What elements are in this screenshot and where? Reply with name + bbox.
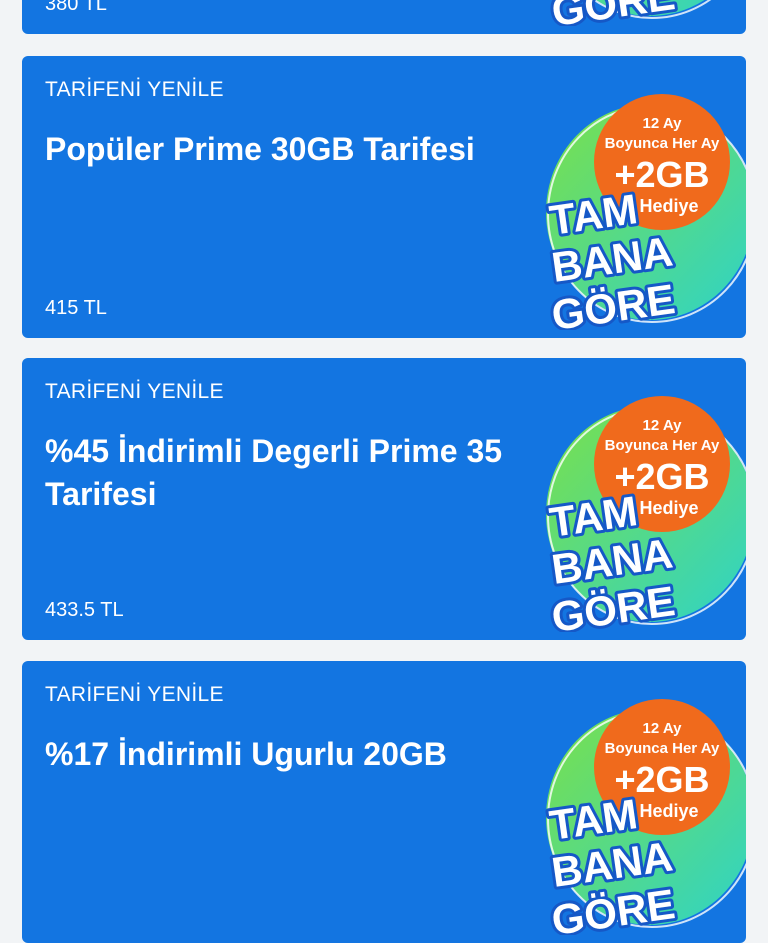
- campaign-badge-art: 12 AyBoyunca Her Ay+2GBHediyeTAMBANAGÖRE: [546, 0, 712, 26]
- tariff-title: %45 İndirimli Degerli Prime 35 Tarifesi: [45, 433, 503, 512]
- campaign-badge: 12 AyBoyunca Her Ay+2GBHediyeTAMBANAGÖRE: [522, 695, 746, 935]
- badge-every-month-text: Boyunca Her Ay: [605, 740, 720, 757]
- campaign-badge-art: 12 AyBoyunca Her Ay+2GBHediyeTAMBANAGÖRE: [544, 396, 746, 632]
- campaign-badge: 12 AyBoyunca Her Ay+2GBHediyeTAMBANAGÖRE: [522, 392, 746, 632]
- renew-tariff-label: TARİFENİ YENİLE: [45, 380, 224, 403]
- tariff-price: 380 TL: [45, 0, 107, 15]
- campaign-badge-art: 12 AyBoyunca Her Ay+2GBHediyeTAMBANAGÖRE: [544, 94, 746, 330]
- tariff-card[interactable]: TARİFENİ YENİLE Popüler Prime 30GB Tarif…: [22, 56, 746, 338]
- badge-every-month-text: Boyunca Her Ay: [605, 135, 720, 152]
- badge-months-text: 12 Ay: [643, 115, 683, 132]
- tariff-card[interactable]: TARİFENİ YENİLE %45 İndirimli Degerli Pr…: [22, 358, 746, 640]
- tariff-card[interactable]: TARİFENİ YENİLE %17 İndirimli Ugurlu 20G…: [22, 661, 746, 943]
- badge-gift-text: Hediye: [639, 498, 698, 518]
- badge-every-month-text: Boyunca Her Ay: [605, 437, 720, 454]
- tariff-card[interactable]: 380 TL 12 AyBoyunca Her Ay+2GBHediyeTAMB…: [22, 0, 746, 34]
- campaign-badge: 12 AyBoyunca Her Ay+2GBHediyeTAMBANAGÖRE: [522, 0, 746, 26]
- badge-months-text: 12 Ay: [643, 417, 683, 434]
- renew-tariff-label: TARİFENİ YENİLE: [45, 683, 224, 706]
- campaign-badge: 12 AyBoyunca Her Ay+2GBHediyeTAMBANAGÖRE: [522, 90, 746, 330]
- badge-gift-text: Hediye: [639, 801, 698, 821]
- tariff-price: 415 TL: [45, 297, 107, 319]
- renew-tariff-label: TARİFENİ YENİLE: [45, 78, 224, 101]
- badge-months-text: 12 Ay: [643, 720, 683, 737]
- badge-word-gore: GÖRE: [549, 0, 678, 26]
- badge-gift-text: Hediye: [639, 196, 698, 216]
- tariff-title: Popüler Prime 30GB Tarifesi: [45, 131, 475, 167]
- campaign-badge-art: 12 AyBoyunca Her Ay+2GBHediyeTAMBANAGÖRE: [544, 699, 746, 935]
- tariff-title: %17 İndirimli Ugurlu 20GB: [45, 736, 447, 772]
- tariff-price: 433.5 TL: [45, 599, 124, 621]
